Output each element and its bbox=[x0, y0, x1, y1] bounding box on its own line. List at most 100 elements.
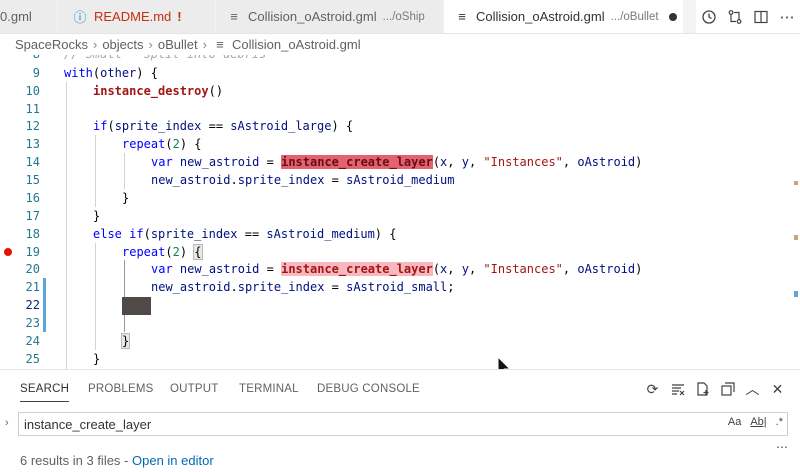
chevron-right-icon[interactable]: › bbox=[5, 417, 9, 429]
code-text: else if(sprite_index == sAstroid_medium)… bbox=[93, 227, 397, 241]
tab-label: Collision_oAstroid.gml bbox=[476, 9, 605, 24]
tab-collision-obullet[interactable]: ≡ Collision_oAstroid.gml .../oBullet bbox=[444, 0, 684, 33]
tab-label: README.md bbox=[94, 9, 172, 24]
collapse-all-icon[interactable] bbox=[715, 378, 740, 400]
more-options-icon[interactable]: ⋯ bbox=[776, 440, 788, 454]
code-text: instance_destroy() bbox=[93, 84, 224, 98]
file-lines-icon: ≡ bbox=[230, 9, 238, 24]
chevron-right-icon: › bbox=[148, 36, 153, 52]
code-text: } bbox=[93, 352, 101, 366]
code-text: var new_astroid = instance_create_layer(… bbox=[151, 155, 643, 169]
line-number: 15 bbox=[25, 173, 40, 187]
modified-indicator: ! bbox=[177, 9, 182, 24]
code-line[interactable]: 13 repeat(2) { bbox=[0, 135, 790, 153]
results-count: 6 results in 3 files - bbox=[20, 453, 132, 468]
text-cursor bbox=[122, 297, 151, 315]
match-case-icon[interactable]: Aa bbox=[728, 416, 741, 428]
line-number: 18 bbox=[25, 227, 40, 241]
tab-output[interactable]: OUTPUT bbox=[170, 370, 218, 408]
search-match-highlight: instance_create_layer bbox=[281, 155, 433, 169]
search-input-value: instance_create_layer bbox=[24, 417, 152, 432]
code-text: repeat(2) { bbox=[122, 137, 202, 151]
code-line[interactable]: 18 else if(sprite_index == sAstroid_mediu… bbox=[0, 225, 790, 243]
code-line[interactable]: 16} bbox=[0, 189, 790, 207]
scrollbar-marker bbox=[794, 181, 798, 185]
line-number: 25 bbox=[25, 352, 40, 366]
new-search-editor-icon[interactable] bbox=[690, 378, 715, 400]
line-number: 12 bbox=[25, 119, 40, 133]
tab-label: Collision_oAstroid.gml bbox=[248, 9, 377, 24]
tab-search[interactable]: SEARCH bbox=[20, 370, 70, 408]
line-number: 23 bbox=[25, 316, 40, 330]
split-editor-icon[interactable] bbox=[748, 4, 774, 30]
line-number: 14 bbox=[25, 155, 40, 169]
code-line[interactable]: 8 // Small - split into debris bbox=[0, 55, 790, 63]
more-actions-icon[interactable]: ⋯ bbox=[774, 4, 800, 30]
tab-collision-oship[interactable]: ≡ Collision_oAstroid.gml .../oShip bbox=[216, 0, 444, 33]
code-line[interactable]: 17} bbox=[0, 207, 790, 225]
line-number: 22 bbox=[25, 298, 40, 312]
scrollbar-marker bbox=[794, 235, 798, 240]
code-line[interactable]: 19 repeat(2) { bbox=[0, 243, 790, 261]
indent-guide bbox=[95, 135, 96, 207]
file-lines-icon: ≡ bbox=[216, 36, 224, 52]
breadcrumb-item[interactable]: oBullet bbox=[158, 37, 198, 52]
line-number: 20 bbox=[25, 262, 40, 276]
breadcrumb: SpaceRocks › objects › oBullet › ≡ Colli… bbox=[0, 33, 800, 55]
tab-description: .../oBullet bbox=[610, 10, 659, 23]
code-line[interactable]: 12 if(sprite_index == sAstroid_large) { bbox=[0, 117, 790, 135]
search-input[interactable]: instance_create_layer Aa Ab| .* bbox=[18, 412, 788, 436]
modified-lines-indicator[interactable] bbox=[43, 278, 46, 332]
code-line[interactable]: 24} bbox=[0, 332, 790, 350]
line-number: 11 bbox=[25, 102, 40, 116]
results-summary: 6 results in 3 files - Open in editor bbox=[20, 453, 214, 468]
breadcrumb-item[interactable]: Collision_oAstroid.gml bbox=[232, 37, 361, 52]
open-in-editor-link[interactable]: Open in editor bbox=[132, 453, 214, 468]
code-line[interactable]: 11 bbox=[0, 100, 790, 118]
code-line[interactable]: 9 with(other) { bbox=[0, 64, 790, 82]
code-text: with(other) { bbox=[64, 66, 158, 80]
breadcrumb-item[interactable]: SpaceRocks bbox=[15, 37, 88, 52]
code-text: } bbox=[93, 209, 101, 223]
tab-problems[interactable]: PROBLEMS bbox=[88, 370, 154, 408]
code-line[interactable]: 20 var new_astroid = instance_create_laye… bbox=[0, 260, 790, 278]
chevron-up-icon[interactable]: ︿ bbox=[740, 378, 765, 400]
code-line[interactable]: 21 new_astroid.sprite_index = sAstroid_sm… bbox=[0, 278, 790, 296]
bottom-panel: SEARCH PROBLEMS OUTPUT TERMINAL DEBUG CO… bbox=[0, 369, 800, 472]
timeline-icon[interactable] bbox=[696, 4, 722, 30]
tab-terminal[interactable]: TERMINAL bbox=[239, 370, 299, 408]
editor-tab-bar: 0.gml ⓘ README.md ! ≡ Collision_oAstroid… bbox=[0, 0, 800, 34]
compare-changes-icon[interactable] bbox=[722, 4, 748, 30]
close-icon[interactable]: ✕ bbox=[765, 378, 790, 400]
chevron-right-icon: › bbox=[92, 36, 98, 52]
regex-icon[interactable]: .* bbox=[776, 416, 783, 428]
clear-results-icon[interactable] bbox=[665, 378, 690, 400]
editor-actions: ⋯ bbox=[696, 0, 800, 33]
code-line[interactable]: 22 bbox=[0, 296, 790, 314]
refresh-icon[interactable]: ⟳ bbox=[640, 378, 665, 400]
code-text: } bbox=[120, 333, 131, 349]
panel-actions: ⟳ ︿ ✕ bbox=[640, 378, 790, 400]
code-line[interactable]: 14 var new_astroid = instance_create_laye… bbox=[0, 153, 790, 171]
code-line[interactable]: 23 bbox=[0, 314, 790, 332]
match-whole-word-icon[interactable]: Ab| bbox=[750, 416, 766, 428]
unsaved-dot-icon[interactable] bbox=[668, 12, 677, 21]
code-line[interactable]: 25} bbox=[0, 350, 790, 368]
code-text: new_astroid.sprite_index = sAstroid_medi… bbox=[151, 173, 455, 187]
chevron-right-icon: › bbox=[202, 36, 207, 52]
tab-debug-console[interactable]: DEBUG CONSOLE bbox=[317, 370, 420, 408]
code-text: // Small - split into debris bbox=[64, 55, 266, 63]
line-number: 9 bbox=[32, 66, 40, 80]
code-line[interactable]: 10 instance_destroy() bbox=[0, 82, 790, 100]
breadcrumb-item[interactable]: objects bbox=[102, 37, 143, 52]
code-text: var new_astroid = instance_create_layer(… bbox=[151, 262, 643, 276]
tab-readme[interactable]: ⓘ README.md ! bbox=[58, 0, 216, 33]
indent-guide bbox=[66, 82, 67, 369]
tab-label: 0.gml bbox=[0, 9, 32, 24]
tab-0-gml[interactable]: 0.gml bbox=[0, 0, 58, 33]
line-number: 19 bbox=[25, 245, 40, 259]
file-lines-icon: ≡ bbox=[458, 9, 466, 24]
indent-guide bbox=[95, 243, 96, 350]
code-line[interactable]: 15 new_astroid.sprite_index = sAstroid_me… bbox=[0, 171, 790, 189]
code-editor[interactable]: 8 // Small - split into debris 9 with(othe… bbox=[0, 55, 800, 369]
